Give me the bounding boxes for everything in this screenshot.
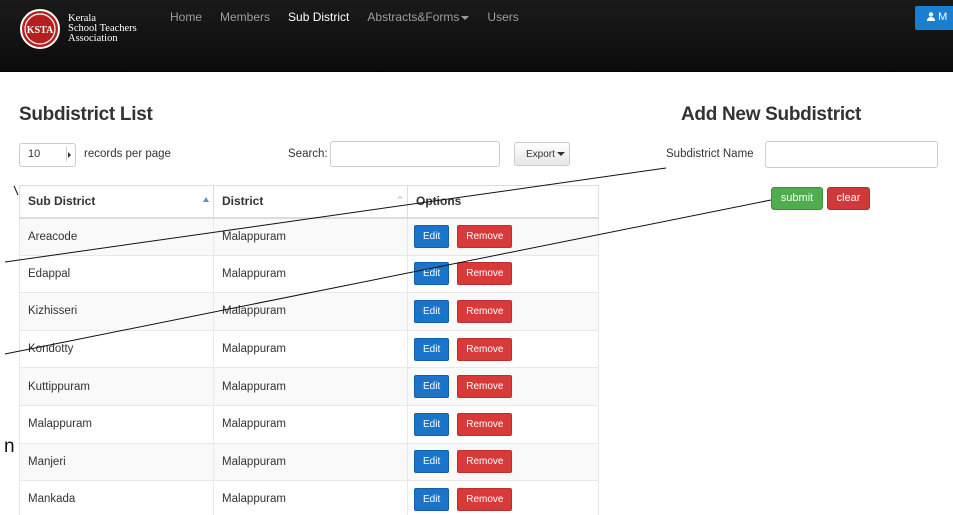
nav-home[interactable]: Home <box>170 10 202 24</box>
table-row: Kuttippuram Malappuram Edit Remove <box>19 367 599 406</box>
svg-text:KSTA: KSTA <box>27 25 54 36</box>
edit-button[interactable]: Edit <box>414 337 450 361</box>
nav-abstracts-forms-label: Abstracts&Forms <box>367 10 460 24</box>
cell-sub-district: Mankada <box>19 480 214 515</box>
edit-button[interactable]: Edit <box>414 450 450 474</box>
brand-name: Kerala School Teachers Association <box>68 13 137 44</box>
remove-button[interactable]: Remove <box>457 487 513 511</box>
column-header-label: District <box>222 194 264 209</box>
cell-options: Edit Remove <box>407 442 599 482</box>
column-header-sub-district[interactable]: Sub District <box>19 185 214 219</box>
cell-sub-district: Kuttippuram <box>19 367 214 406</box>
records-per-page-label: records per page <box>84 148 171 160</box>
remove-button[interactable]: Remove <box>457 262 513 286</box>
subdistrict-list-title: Subdistrict List <box>19 104 153 125</box>
cell-options: Edit Remove <box>407 292 599 331</box>
search-input[interactable] <box>330 141 500 167</box>
table-row: Edappal Malappuram Edit Remove <box>19 254 599 294</box>
brand-line-3: Association <box>68 33 118 44</box>
nav-members[interactable]: Members <box>220 10 270 24</box>
cell-sub-district: Kondotty <box>19 329 214 369</box>
column-header-label: Options <box>416 194 462 209</box>
nav-sub-district[interactable]: Sub District <box>288 10 349 24</box>
remove-button[interactable]: Remove <box>457 225 513 249</box>
export-button[interactable]: Export <box>514 142 570 166</box>
remove-button[interactable]: Remove <box>457 337 513 361</box>
table-row: Kondotty Malappuram Edit Remove <box>19 329 599 369</box>
user-button-label: M <box>938 11 948 23</box>
chevron-down-icon <box>556 152 565 157</box>
nav-menu: Home Members Sub District Abstracts&Form… <box>170 10 537 24</box>
sort-icon <box>397 195 403 199</box>
remove-button[interactable]: Remove <box>457 450 513 474</box>
cell-sub-district: Kizhisseri <box>19 292 214 331</box>
cell-options: Edit Remove <box>407 404 599 444</box>
column-header-options: Options <box>407 185 599 219</box>
user-menu-button[interactable]: M <box>915 6 953 30</box>
select-arrow-icon <box>66 147 72 161</box>
edit-button[interactable]: Edit <box>414 299 450 323</box>
add-subdistrict-title: Add New Subdistrict <box>681 104 862 125</box>
table-row: Malappuram Malappuram Edit Remove <box>19 404 599 444</box>
records-per-page-select[interactable]: 10 <box>19 143 76 167</box>
table-row: Areacode Malappuram Edit Remove <box>19 217 599 256</box>
cell-sub-district: Areacode <box>19 217 214 256</box>
cell-district: Malappuram <box>213 480 408 515</box>
cell-district: Malappuram <box>213 329 408 369</box>
search-label: Search: <box>288 148 328 160</box>
annotation-char: n <box>4 436 15 457</box>
records-per-page-value: 10 <box>28 148 41 160</box>
cell-district: Malappuram <box>213 404 408 444</box>
edit-button[interactable]: Edit <box>414 375 450 399</box>
cell-district: Malappuram <box>213 217 408 256</box>
cell-sub-district: Malappuram <box>19 404 214 444</box>
annotation-line <box>13 185 19 196</box>
subdistrict-name-label: Subdistrict Name <box>666 148 754 160</box>
remove-button[interactable]: Remove <box>457 299 513 323</box>
export-button-label: Export <box>526 149 555 160</box>
cell-district: Malappuram <box>213 367 408 406</box>
submit-button[interactable]: submit <box>771 187 823 210</box>
table-row: Manjeri Malappuram Edit Remove <box>19 442 599 482</box>
cell-options: Edit Remove <box>407 254 599 294</box>
edit-button[interactable]: Edit <box>414 262 450 286</box>
chevron-down-icon <box>461 15 470 20</box>
remove-button[interactable]: Remove <box>457 375 513 399</box>
sort-ascending-icon <box>203 197 209 202</box>
cell-district: Malappuram <box>213 254 408 294</box>
cell-district: Malappuram <box>213 292 408 331</box>
column-header-label: Sub District <box>28 194 96 209</box>
brand[interactable]: KSTA Kerala School Teachers Association <box>20 9 137 49</box>
clear-button[interactable]: clear <box>827 187 870 210</box>
top-navbar: KSTA Kerala School Teachers Association … <box>0 0 953 72</box>
cell-options: Edit Remove <box>407 367 599 406</box>
remove-button[interactable]: Remove <box>457 412 513 436</box>
subdistrict-table: Sub District District Options Areacode M… <box>19 185 599 515</box>
edit-button[interactable]: Edit <box>414 225 450 249</box>
cell-district: Malappuram <box>213 442 408 482</box>
cell-options: Edit Remove <box>407 329 599 369</box>
cell-options: Edit Remove <box>407 217 599 256</box>
edit-button[interactable]: Edit <box>414 412 450 436</box>
nav-users[interactable]: Users <box>487 10 518 24</box>
ksta-logo-icon: KSTA <box>20 9 60 49</box>
cell-options: Edit Remove <box>407 480 599 515</box>
column-header-district[interactable]: District <box>213 185 408 219</box>
cell-sub-district: Manjeri <box>19 442 214 482</box>
table-row: Mankada Malappuram Edit Remove <box>19 480 599 515</box>
table-row: Kizhisseri Malappuram Edit Remove <box>19 292 599 331</box>
nav-abstracts-forms[interactable]: Abstracts&Forms <box>367 10 470 24</box>
cell-sub-district: Edappal <box>19 254 214 294</box>
user-icon <box>927 12 935 21</box>
edit-button[interactable]: Edit <box>414 487 450 511</box>
subdistrict-name-input[interactable] <box>765 141 938 168</box>
